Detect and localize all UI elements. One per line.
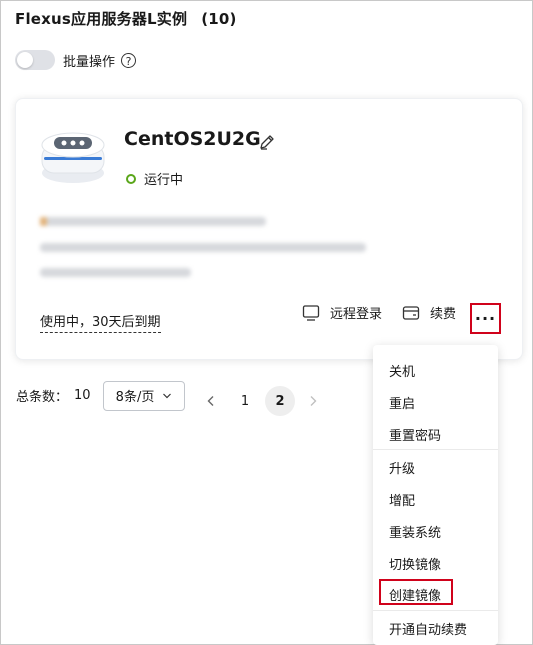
page-button-1[interactable]: 1: [230, 386, 260, 416]
menu-item-create-image[interactable]: 创建镜像: [389, 585, 441, 604]
status-text: 运行中: [144, 173, 184, 188]
monitor-icon: [302, 304, 320, 321]
toggle-knob: [17, 52, 33, 68]
batch-operation-label: 批量操作: [63, 54, 116, 70]
batch-operation-toggle[interactable]: [15, 50, 55, 70]
remote-login-button[interactable]: 远程登录: [302, 303, 382, 322]
menu-item-reinstall-os[interactable]: 重装系统: [389, 522, 441, 541]
menu-item-switch-image[interactable]: 切换镜像: [389, 554, 441, 573]
more-actions-menu: 关机 重启 重置密码 升级 增配 重装系统 切换镜像 创建镜像 开通自动续费: [373, 345, 498, 645]
next-page-button[interactable]: [298, 386, 328, 416]
wallet-icon: [402, 305, 420, 320]
menu-divider: [373, 610, 498, 611]
page-button-2[interactable]: 2: [265, 386, 295, 416]
chevron-right-icon: [310, 396, 317, 406]
menu-divider: [373, 449, 498, 450]
menu-item-reset-password[interactable]: 重置密码: [389, 425, 441, 444]
blurred-info-line: [40, 243, 366, 252]
total-label: 总条数：: [16, 390, 69, 405]
page-size-value: 8条/页: [115, 390, 155, 405]
blurred-info-line: [40, 268, 191, 277]
total-count: 10: [74, 388, 91, 403]
more-actions-button[interactable]: ···: [470, 303, 501, 334]
menu-item-add-config[interactable]: 增配: [389, 490, 415, 509]
menu-item-restart[interactable]: 重启: [389, 393, 415, 412]
status-badge: 运行中: [126, 169, 183, 188]
remote-login-label: 远程登录: [330, 307, 383, 322]
chevron-down-icon: [163, 393, 172, 398]
page-size-select[interactable]: 8条/页: [103, 380, 185, 411]
menu-item-auto-renew[interactable]: 开通自动续费: [389, 619, 467, 638]
page-title: Flexus应用服务器L实例 (10): [15, 8, 237, 29]
status-dot-icon: [126, 173, 136, 184]
instance-card: CentOS2U2G 运行中 使用中，30天后到期 远程登录 续费 ···: [15, 98, 523, 360]
help-icon[interactable]: ?: [121, 52, 137, 68]
server-icon: [41, 132, 105, 183]
chevron-left-icon: [207, 396, 214, 406]
menu-item-shutdown[interactable]: 关机: [389, 361, 415, 380]
instance-count: (10): [201, 10, 237, 28]
menu-item-upgrade[interactable]: 升级: [389, 458, 415, 477]
edit-icon[interactable]: [258, 133, 276, 151]
blurred-info-line: [40, 217, 266, 226]
instance-name: CentOS2U2G: [124, 128, 261, 150]
page-title-text: Flexus应用服务器L实例: [15, 10, 188, 28]
batch-operation-row: 批量操作 ?: [15, 50, 137, 70]
pagination-total: 总条数： 10 8条/页: [16, 380, 185, 411]
renew-label: 续费: [430, 307, 457, 322]
prev-page-button[interactable]: [196, 386, 226, 416]
expiry-status[interactable]: 使用中，30天后到期: [40, 311, 161, 333]
renew-button[interactable]: 续费: [402, 303, 456, 322]
